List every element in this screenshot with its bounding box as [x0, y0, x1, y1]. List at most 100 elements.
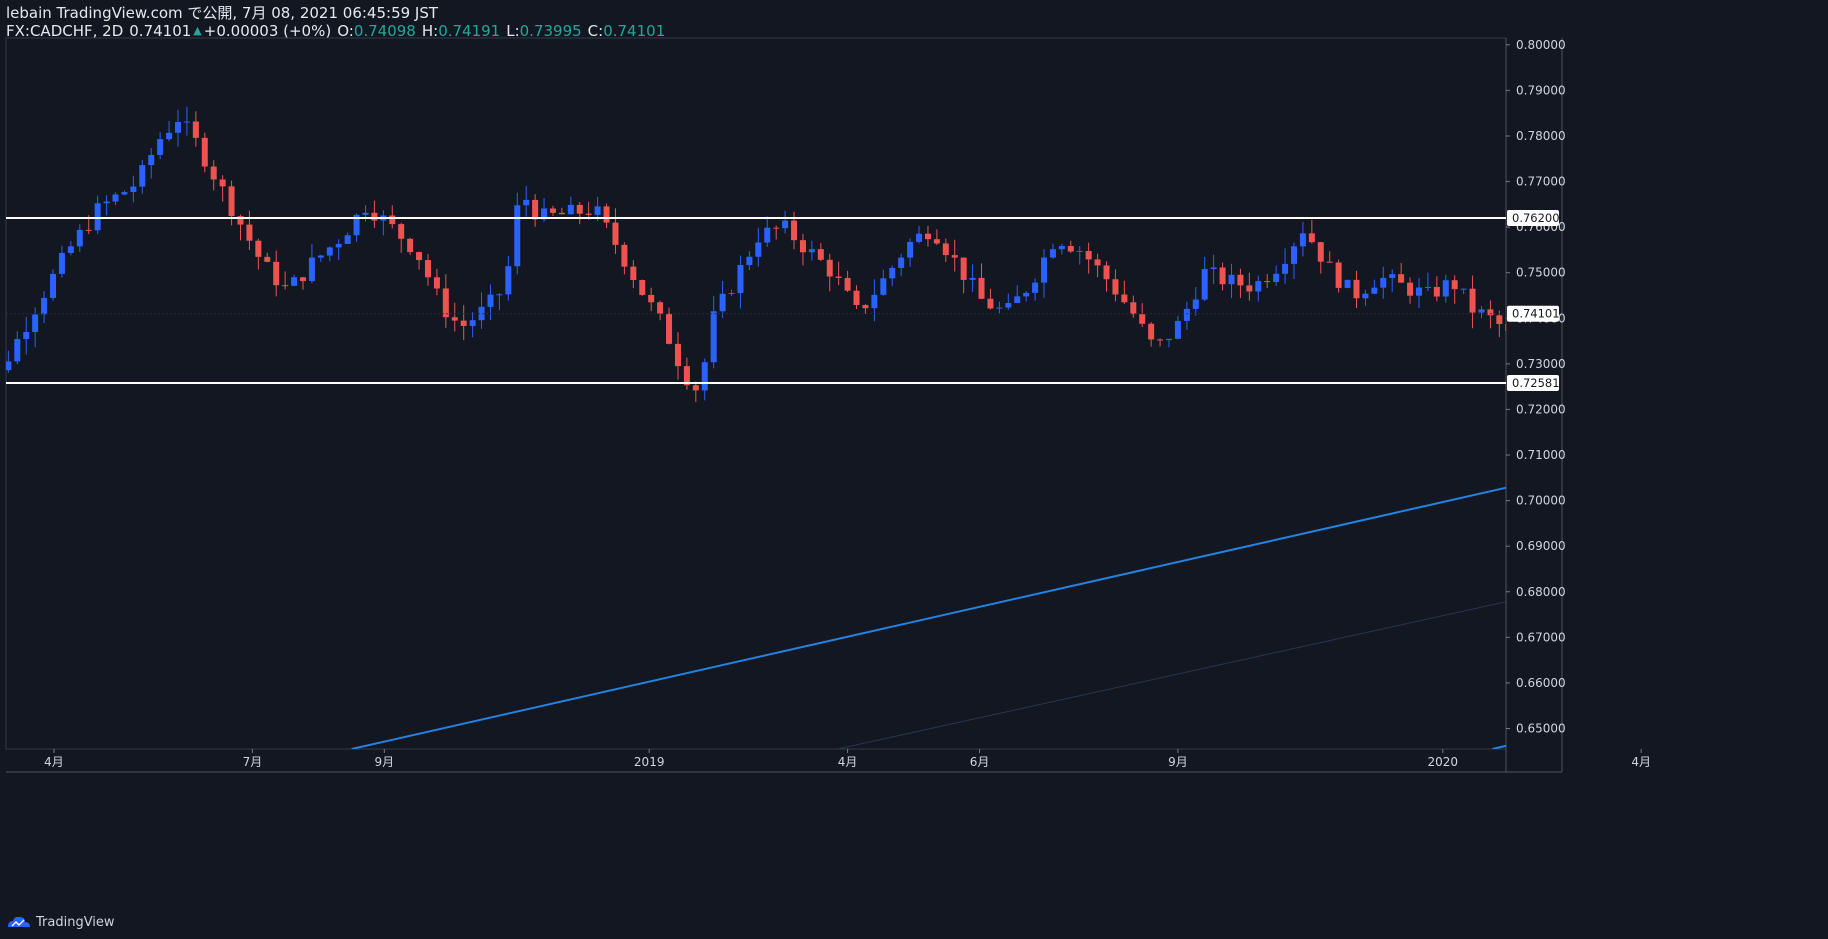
candle-body	[924, 233, 931, 240]
candle-body	[335, 243, 342, 248]
plot-border	[5, 37, 1507, 750]
candle-body	[1702, 525, 1708, 549]
candle-body	[630, 266, 637, 281]
candle-body	[121, 192, 128, 195]
candle-body	[1451, 280, 1458, 290]
candle-body	[246, 224, 253, 241]
candle-body	[416, 252, 423, 261]
candle-body	[398, 224, 405, 239]
candle-body	[1085, 250, 1092, 260]
candle-body	[871, 294, 878, 309]
candle-body	[94, 203, 101, 231]
y-tick-label: 0.67000	[1516, 630, 1566, 644]
candle-body	[1058, 246, 1065, 250]
plot-area[interactable]	[0, 106, 1828, 749]
y-tick-label: 0.80000	[1516, 38, 1566, 52]
candle-body	[1219, 267, 1226, 285]
candle-body	[1603, 360, 1609, 403]
candle-body	[505, 266, 512, 295]
candle-body	[192, 121, 199, 138]
candle-body	[41, 297, 48, 315]
candle-body	[219, 179, 226, 187]
candle-body	[469, 320, 476, 326]
candle-body	[1818, 451, 1824, 460]
candle-body	[1237, 274, 1244, 286]
candle-body	[1344, 279, 1351, 288]
y-tick-label: 0.77000	[1516, 175, 1566, 189]
candle-body	[1014, 296, 1021, 304]
candle-body	[880, 278, 887, 295]
level-price-label: 0.76200	[1512, 211, 1560, 225]
candle-body	[273, 261, 280, 286]
candle-body	[148, 154, 155, 166]
candle-body	[1639, 559, 1645, 585]
candle-body	[576, 204, 583, 214]
candle-body	[1112, 279, 1119, 295]
candle-body	[1067, 246, 1074, 252]
candle-body	[1049, 249, 1056, 258]
candle-body	[1711, 519, 1717, 525]
candle-body	[1469, 288, 1476, 313]
candle-body	[1380, 277, 1387, 288]
candle-body	[1720, 504, 1726, 519]
x-tick-label: 9月	[375, 755, 395, 769]
candle-body	[424, 260, 431, 278]
price-chart[interactable]: 0.800000.790000.780000.770000.760000.750…	[0, 0, 1828, 939]
candle-body	[1487, 309, 1494, 316]
candle-body	[1550, 335, 1556, 351]
y-tick-label: 0.68000	[1516, 585, 1566, 599]
y-tick-label: 0.66000	[1516, 676, 1566, 690]
candle-body	[951, 255, 958, 258]
candle-body	[1103, 265, 1110, 280]
candle-body	[1612, 403, 1618, 464]
candle-body	[1005, 303, 1012, 308]
candle-body	[826, 259, 833, 277]
candle-body	[514, 205, 521, 267]
candle-body	[728, 293, 735, 295]
candle-body	[594, 206, 601, 215]
candle-body	[14, 339, 21, 362]
candle-body	[308, 257, 315, 282]
candle-body	[1192, 299, 1199, 309]
candle-body	[969, 277, 976, 280]
candle-body	[773, 227, 780, 229]
candle-body	[558, 212, 565, 215]
candle-body	[755, 242, 762, 257]
candle-body	[67, 246, 74, 253]
candle-body	[1595, 331, 1601, 360]
candle-body	[407, 238, 414, 253]
footer-branding: TradingView	[6, 911, 115, 933]
candle-body	[853, 290, 860, 306]
candle-body	[299, 277, 306, 282]
candle-body	[130, 186, 137, 193]
candle-body	[1657, 600, 1663, 604]
candle-body	[58, 252, 65, 274]
candle-body	[1675, 572, 1681, 581]
candle-body	[183, 121, 190, 123]
candle-body	[549, 208, 556, 213]
candle-body	[666, 313, 673, 344]
candle-body	[648, 294, 655, 303]
candle-body	[1514, 331, 1520, 342]
candle-body	[639, 280, 646, 295]
candle-body	[567, 204, 574, 215]
candle-body	[32, 314, 39, 332]
candle-body	[1041, 257, 1048, 283]
candle-body	[1308, 233, 1315, 243]
candle-body	[889, 267, 896, 279]
candle-body	[1255, 281, 1262, 292]
y-tick-label: 0.79000	[1516, 83, 1566, 97]
candle-body	[1317, 242, 1324, 262]
candle-body	[1371, 287, 1378, 294]
candle-body	[1032, 282, 1039, 293]
y-tick-label: 0.70000	[1516, 494, 1566, 508]
candle-body	[1389, 274, 1396, 278]
brand-label: TradingView	[36, 914, 115, 930]
candle-body	[487, 294, 494, 307]
candle-body	[916, 233, 923, 242]
candle-body	[112, 194, 119, 202]
x-tick-label: 9月	[1168, 755, 1188, 769]
candle-body	[799, 240, 806, 253]
candle-body	[1523, 342, 1529, 351]
candle-body	[496, 294, 503, 296]
